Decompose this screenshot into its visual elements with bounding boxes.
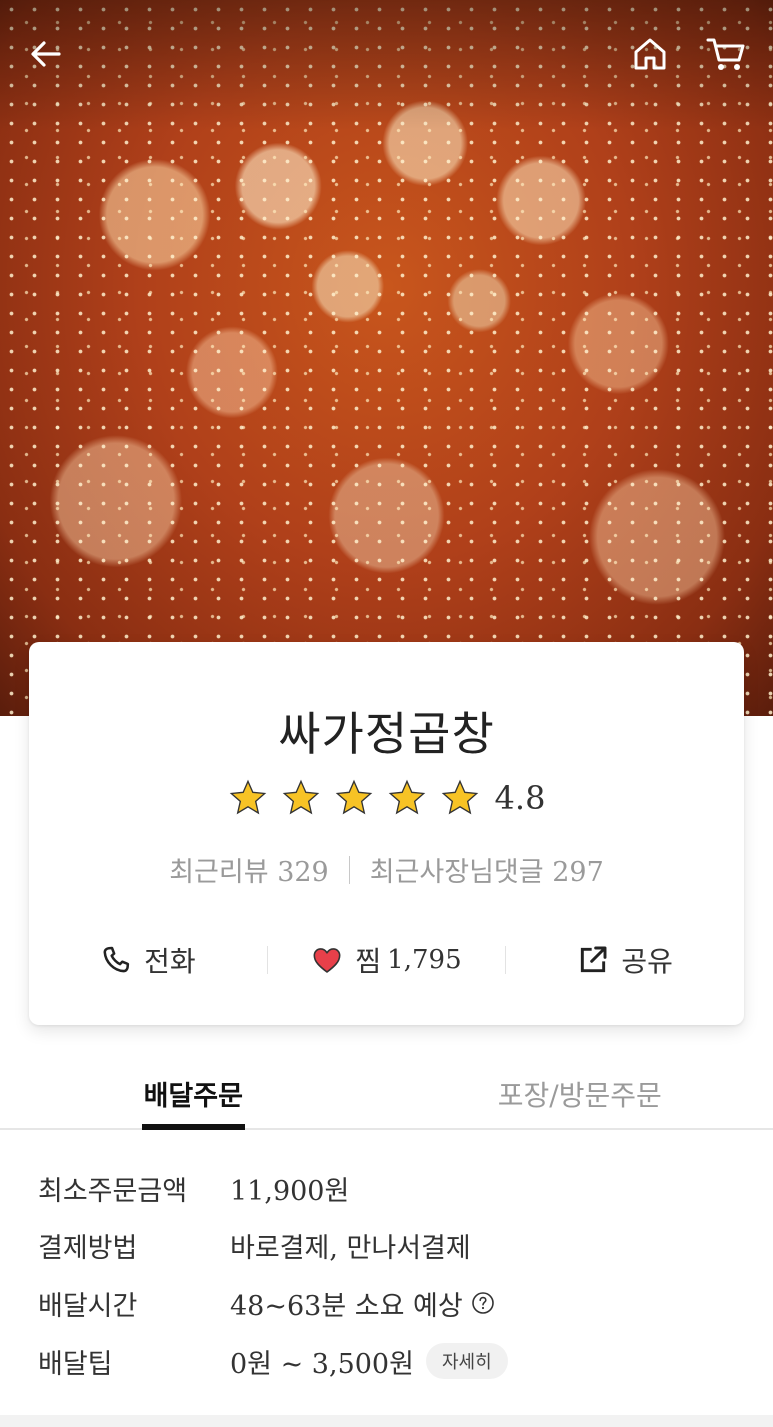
delivery-time-value: 48~63분 소요 예상 xyxy=(230,1290,463,1322)
like-button[interactable]: 찜 1,795 xyxy=(268,940,506,980)
delivery-tip-value: 0원 ~ 3,500원 xyxy=(230,1348,414,1380)
share-button[interactable]: 공유 xyxy=(506,940,744,980)
review-summary: 최근리뷰 329 최근사장님댓글 297 xyxy=(29,850,744,889)
cart-button[interactable] xyxy=(702,30,750,78)
home-icon xyxy=(634,38,666,70)
star-icon xyxy=(440,778,480,818)
min-order-value: 11,900원 xyxy=(230,1175,350,1207)
phone-icon xyxy=(100,944,132,976)
detail-button[interactable]: 자세히 xyxy=(425,1343,508,1379)
delivery-time-row: 배달시간 48~63분 소요 예상 xyxy=(38,1279,495,1327)
order-type-tabs: 배달주문 포장/방문주문 xyxy=(0,1060,773,1130)
store-name: 싸가정곱창 xyxy=(278,707,495,761)
share-icon xyxy=(577,944,609,976)
home-button[interactable] xyxy=(626,30,674,78)
payment-row: 결제방법 바로결제, 만나서결제 xyxy=(38,1221,471,1269)
payment-label: 결제방법 xyxy=(38,1232,138,1264)
call-button[interactable]: 전화 xyxy=(29,940,267,980)
tab-delivery-order[interactable]: 배달주문 xyxy=(0,1060,387,1130)
payment-value: 바로결제, 만나서결제 xyxy=(230,1232,471,1264)
recent-reviews-label: 최근리뷰 xyxy=(169,857,269,888)
tab-label: 포장/방문주문 xyxy=(497,1079,662,1112)
arrow-left-icon xyxy=(31,41,61,67)
call-label: 전화 xyxy=(144,945,196,978)
delivery-time-value-wrap: 48~63분 소요 예상 xyxy=(230,1284,495,1323)
star-icon xyxy=(228,778,268,818)
star-icon xyxy=(281,778,321,818)
owner-replies-count: 297 xyxy=(552,857,604,888)
recent-reviews-count: 329 xyxy=(277,857,329,888)
back-button[interactable] xyxy=(22,30,70,78)
store-info-card: 싸가정곱창 4.8 최근리뷰 329 최근사장님댓글 297 전화 찜 1,79… xyxy=(29,642,744,1025)
delivery-time-label: 배달시간 xyxy=(38,1290,138,1322)
heart-icon xyxy=(311,944,343,976)
recent-reviews-link[interactable]: 최근리뷰 329 xyxy=(169,850,329,889)
star-icon xyxy=(387,778,427,818)
question-circle-icon[interactable] xyxy=(471,1291,495,1315)
like-count: 1,795 xyxy=(387,945,462,975)
delivery-tip-value-wrap: 0원 ~ 3,500원 자세히 xyxy=(230,1342,508,1381)
action-bar: 전화 찜 1,795 공유 xyxy=(29,938,744,982)
active-tab-indicator xyxy=(141,1124,245,1130)
min-order-row: 최소주문금액 11,900원 xyxy=(38,1164,349,1212)
like-label: 찜 xyxy=(355,945,382,978)
delivery-tip-row: 배달팁 0원 ~ 3,500원 자세히 xyxy=(38,1337,508,1385)
min-order-label: 최소주문금액 xyxy=(38,1175,188,1207)
owner-replies-label: 최근사장님댓글 xyxy=(369,857,544,888)
store-hero-image xyxy=(0,0,773,716)
star-icon xyxy=(334,778,374,818)
section-divider xyxy=(0,1415,773,1427)
cart-icon xyxy=(706,38,745,70)
rating-row: 4.8 xyxy=(29,778,744,818)
owner-replies-link[interactable]: 최근사장님댓글 297 xyxy=(370,850,604,889)
share-label: 공유 xyxy=(621,945,673,978)
tab-label: 배달주문 xyxy=(143,1081,243,1112)
tab-pickup-order[interactable]: 포장/방문주문 xyxy=(387,1060,773,1128)
divider xyxy=(348,855,350,884)
rating-value: 4.8 xyxy=(494,779,546,817)
delivery-tip-label: 배달팁 xyxy=(38,1348,113,1380)
